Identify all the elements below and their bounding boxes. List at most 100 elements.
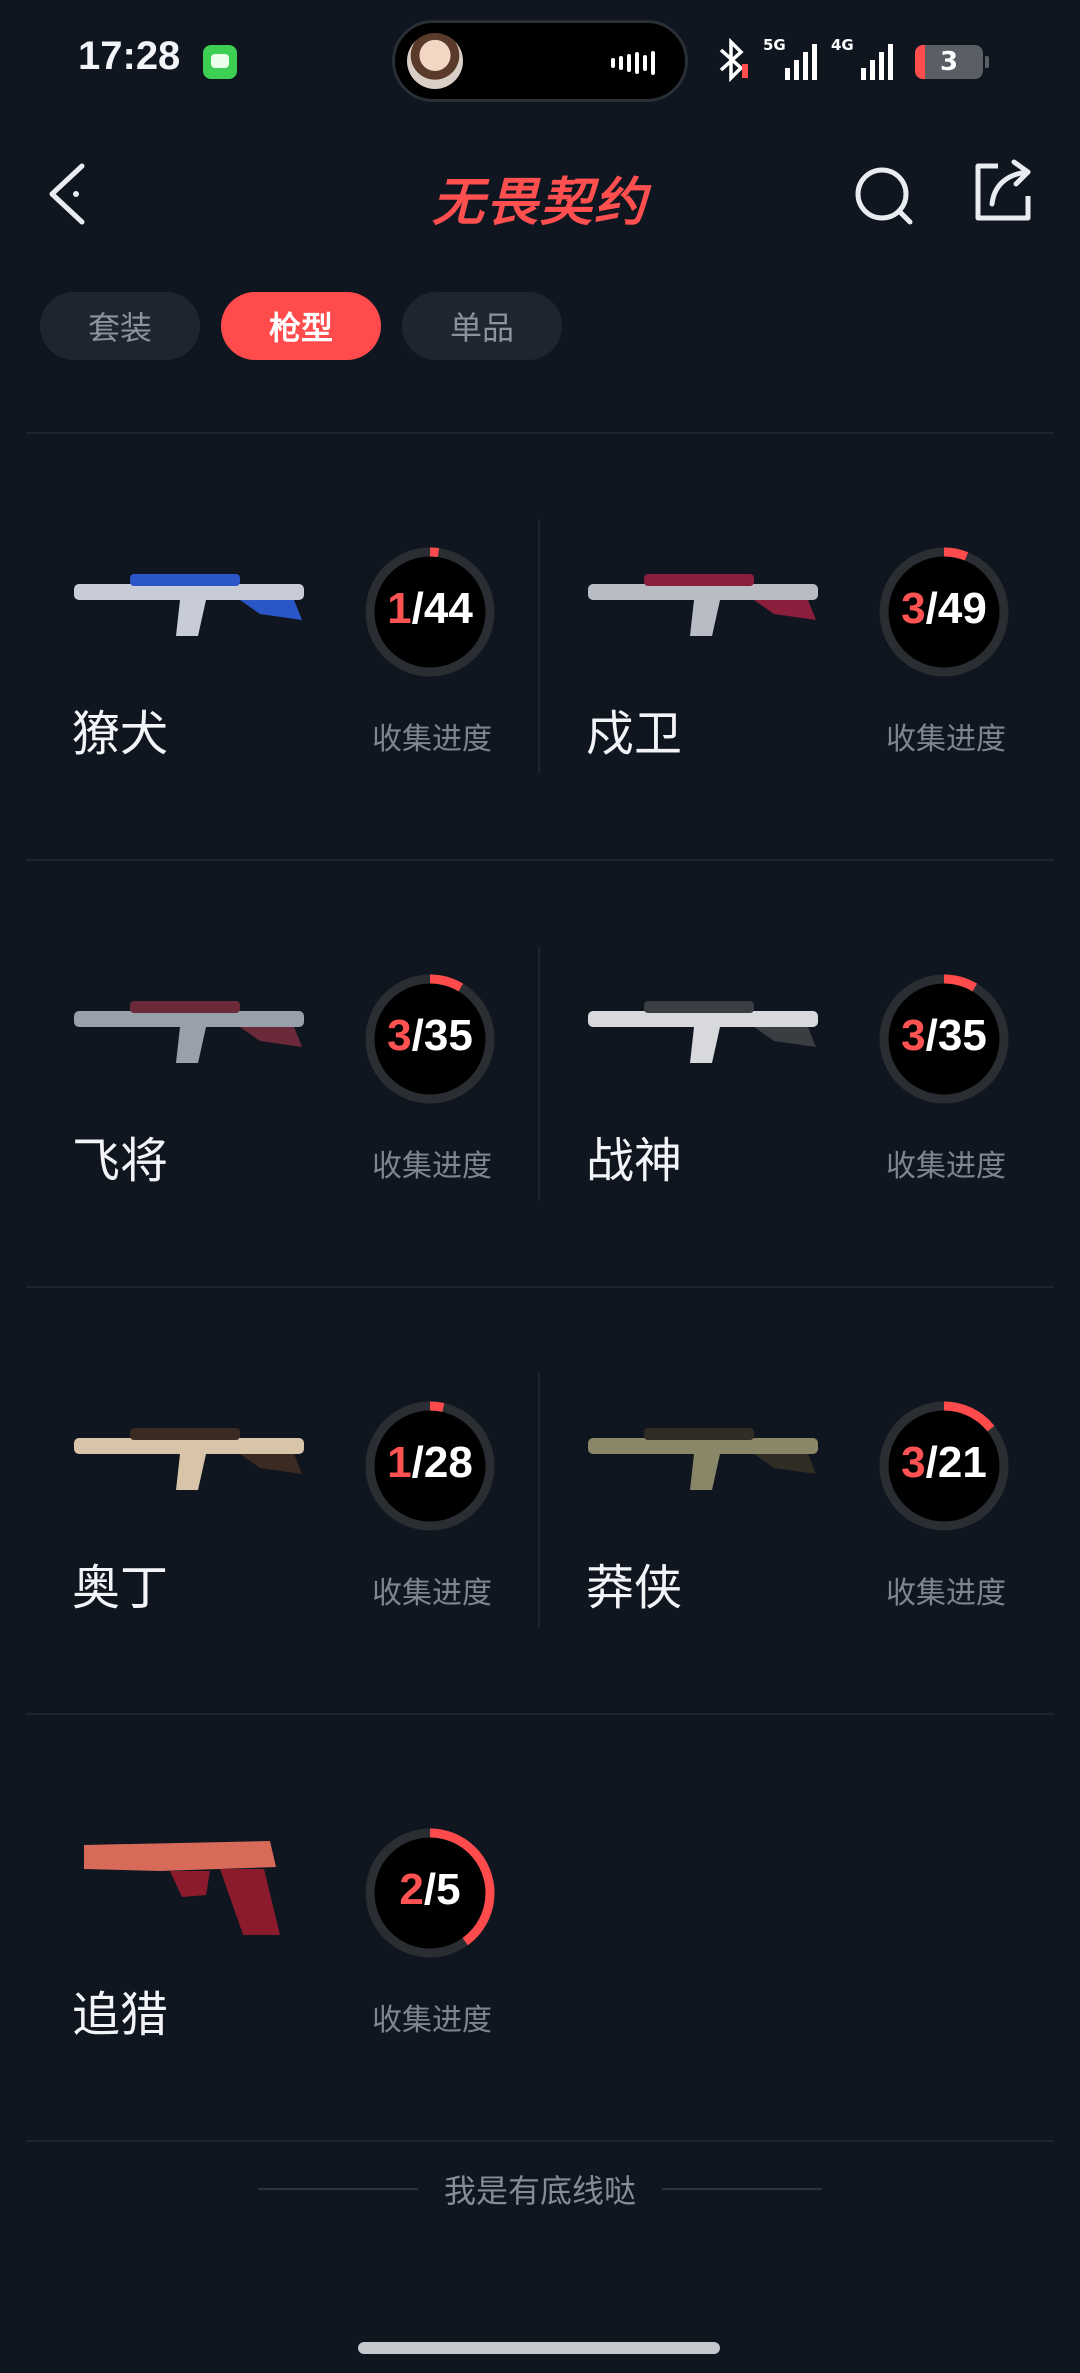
tab-gun-types[interactable]: 枪型	[221, 292, 381, 360]
progress-label: 收集进度	[886, 1149, 1006, 1184]
weapon-silhouette-part	[644, 1001, 754, 1013]
owned-count: 3	[901, 1438, 926, 1487]
weapon-silhouette-part	[240, 1027, 302, 1047]
collection-progress-ring: 1/28	[360, 1396, 500, 1536]
collection-progress-ring: 2/5	[360, 1823, 500, 1963]
total-count: /49	[925, 584, 987, 633]
weapon-card[interactable]: 战神 3/35 收集进度	[540, 861, 1054, 1286]
weapon-skin-image	[588, 574, 818, 636]
total-count: /21	[925, 1438, 987, 1487]
weapon-name: 战神	[586, 1133, 683, 1189]
collection-progress-ring: 1/44	[360, 542, 500, 682]
dynamic-island[interactable]	[392, 20, 688, 102]
collection-progress-ring: 3/35	[874, 969, 1014, 1109]
owned-count: 3	[901, 584, 926, 633]
weapon-grid: 獠犬 1/44 收集进度 戍卫 3/49 收集进度 飞将 3/35 收集进度 战…	[26, 432, 1054, 2142]
weapon-name: 戍卫	[586, 706, 683, 762]
system-icons: 5G 4G	[715, 36, 893, 82]
avatar	[407, 33, 463, 89]
share-icon	[975, 159, 1031, 221]
weapon-name: 奥丁	[72, 1560, 169, 1616]
tab-sets[interactable]: 套装	[40, 292, 200, 360]
weapon-card[interactable]: 追猎 2/5 收集进度	[26, 1715, 540, 2140]
collection-progress-ring: 3/35	[360, 969, 500, 1109]
owned-count: 3	[387, 1011, 412, 1060]
weapon-silhouette-part	[130, 1428, 240, 1440]
weapon-silhouette-part	[690, 1454, 720, 1490]
weapon-silhouette-part	[754, 1454, 816, 1474]
back-button[interactable]	[38, 150, 108, 240]
weapon-skin-image	[74, 574, 304, 636]
weapon-card[interactable]: 飞将 3/35 收集进度	[26, 861, 540, 1286]
category-tabs: 套装 枪型 单品	[40, 292, 562, 360]
progress-label: 收集进度	[886, 722, 1006, 757]
weapon-name: 莽侠	[586, 1560, 683, 1616]
weapon-silhouette-part	[644, 574, 754, 586]
signal-4g-icon: 4G	[831, 36, 893, 80]
divider	[257, 2188, 418, 2190]
weapon-silhouette-part	[588, 1438, 818, 1454]
page-title: 无畏契约	[431, 173, 648, 233]
progress-label: 收集进度	[372, 1576, 492, 1611]
weapon-silhouette-part	[240, 600, 302, 620]
status-time: 17:28	[78, 34, 181, 78]
weapon-row: 追猎 2/5 收集进度	[26, 1713, 1054, 2142]
weapon-row: 奥丁 1/28 收集进度 莽侠 3/21 收集进度	[26, 1286, 1054, 1713]
search-icon	[855, 167, 913, 225]
weapon-silhouette-part	[588, 1011, 818, 1027]
collection-progress-ring: 3/21	[874, 1396, 1014, 1536]
weapon-skin-image	[74, 1001, 304, 1063]
bluetooth-icon	[719, 38, 748, 82]
weapon-silhouette-part	[644, 1428, 754, 1440]
weapon-skin-image	[588, 1428, 818, 1490]
list-end-footer: 我是有底线哒	[0, 2164, 1080, 2214]
weapon-silhouette-part	[130, 1001, 240, 1013]
weapon-silhouette-part	[220, 1869, 280, 1935]
total-count: /28	[411, 1438, 473, 1487]
message-notification-icon	[203, 45, 237, 79]
progress-label: 收集进度	[372, 722, 492, 757]
weapon-name: 追猎	[72, 1987, 169, 2043]
weapon-silhouette-part	[170, 1871, 210, 1897]
weapon-silhouette-part	[754, 600, 816, 620]
weapon-silhouette-part	[84, 1841, 276, 1871]
weapon-card[interactable]: 戍卫 3/49 收集进度	[540, 434, 1054, 859]
weapon-silhouette-part	[74, 1011, 304, 1027]
total-count: /44	[411, 584, 473, 633]
weapon-card[interactable]: 莽侠 3/21 收集进度	[540, 1288, 1054, 1713]
weapon-silhouette-part	[176, 600, 206, 636]
owned-count: 1	[387, 584, 412, 633]
weapon-silhouette-part	[74, 584, 304, 600]
footer-text: 我是有底线哒	[443, 2172, 636, 2210]
tab-single-items[interactable]: 单品	[402, 292, 562, 360]
divider	[662, 2188, 822, 2190]
weapon-skin-image	[84, 1841, 280, 1935]
search-button[interactable]	[850, 154, 920, 234]
status-bar: 17:28 5G 4G 3	[0, 0, 1080, 120]
weapon-card[interactable]: 奥丁 1/28 收集进度	[26, 1288, 540, 1713]
nav-bar: 无畏契约	[0, 140, 1080, 250]
share-button[interactable]	[968, 152, 1038, 232]
weapon-card[interactable]: 獠犬 1/44 收集进度	[26, 434, 540, 859]
weapon-silhouette-part	[690, 600, 720, 636]
battery-icon: 3	[915, 45, 989, 79]
progress-label: 收集进度	[886, 1576, 1006, 1611]
battery-level: 3	[939, 47, 959, 77]
network-type-5g: 5G	[763, 36, 786, 54]
weapon-row: 飞将 3/35 收集进度 战神 3/35 收集进度	[26, 859, 1054, 1286]
progress-label: 收集进度	[372, 1149, 492, 1184]
owned-count: 3	[901, 1011, 926, 1060]
weapon-skin-image	[588, 1001, 818, 1063]
weapon-silhouette-part	[74, 1438, 304, 1454]
owned-count: 2	[399, 1865, 424, 1914]
weapon-silhouette-part	[240, 1454, 302, 1474]
weapon-silhouette-part	[588, 584, 818, 600]
progress-label: 收集进度	[372, 2003, 492, 2038]
home-indicator[interactable]	[358, 2342, 720, 2354]
total-count: /35	[925, 1011, 987, 1060]
owned-count: 1	[387, 1438, 412, 1487]
weapon-silhouette-part	[690, 1027, 720, 1063]
weapon-skin-image	[74, 1428, 304, 1490]
weapon-silhouette-part	[176, 1027, 206, 1063]
signal-5g-icon: 5G	[763, 36, 817, 80]
